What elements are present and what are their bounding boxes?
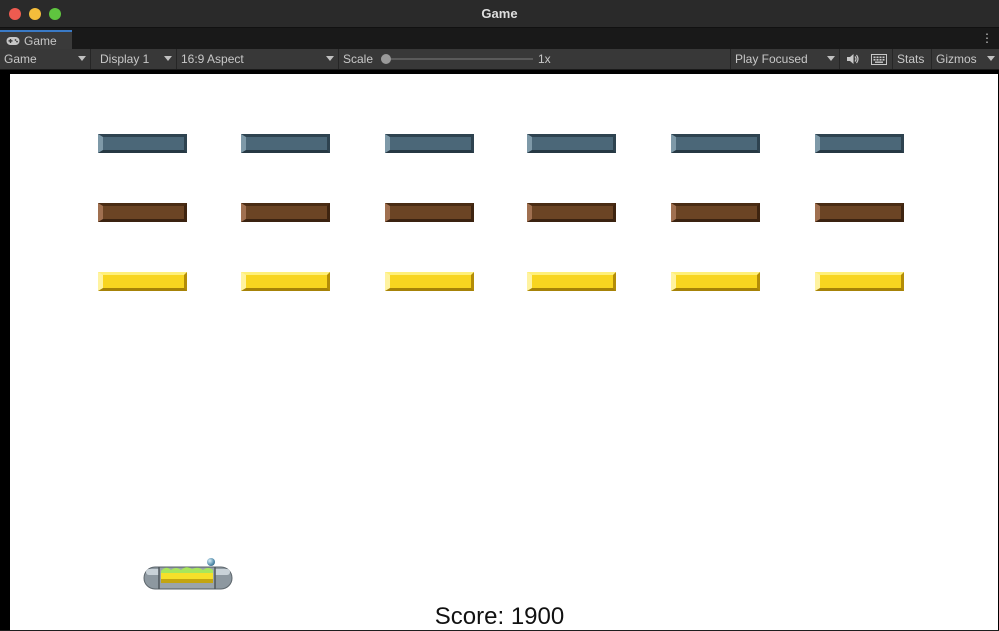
display-select-label: Display 1 [100, 52, 150, 66]
chevron-down-icon [326, 56, 334, 61]
score-display: Score: 1900 [434, 603, 565, 630]
scale-slider-handle[interactable] [381, 54, 391, 64]
brick-blue [815, 134, 904, 153]
brick-yellow [385, 272, 474, 291]
display-select[interactable]: Display 1 [96, 49, 177, 69]
keyboard-icon [871, 53, 887, 65]
brick-brown [385, 203, 474, 222]
more-options-icon[interactable]: ⋮ [981, 31, 993, 45]
brick-blue [527, 134, 616, 153]
mute-audio-button[interactable] [841, 49, 865, 69]
view-select-label: Game [4, 52, 37, 66]
keyboard-shortcuts-button[interactable] [866, 49, 892, 69]
tab-bar: Game ⋮ [0, 28, 999, 49]
brick-brown [241, 203, 330, 222]
brick-blue [671, 134, 760, 153]
window-titlebar: Game [0, 0, 999, 28]
brick-yellow [527, 272, 616, 291]
brick-blue [385, 134, 474, 153]
brick-yellow [98, 272, 187, 291]
scale-value: 1x [538, 52, 551, 66]
stats-label: Stats [897, 52, 925, 66]
ball [207, 558, 215, 566]
scale-slider-track[interactable] [385, 58, 533, 60]
chevron-down-icon [164, 56, 172, 61]
tab-game[interactable]: Game [0, 30, 72, 49]
gamepad-icon [6, 36, 20, 45]
brick-yellow [815, 272, 904, 291]
stats-button[interactable]: Stats [892, 49, 932, 69]
play-mode-label: Play Focused [735, 52, 808, 66]
view-select[interactable]: Game [0, 49, 91, 69]
game-viewport[interactable] [10, 74, 998, 630]
game-view-toolbar: Game Display 1 16:9 Aspect Scale 1x Play… [0, 49, 999, 70]
chevron-down-icon [987, 56, 995, 61]
paddle [143, 566, 233, 590]
gizmos-dropdown[interactable]: Gizmos [932, 49, 999, 69]
brick-brown [815, 203, 904, 222]
gizmos-label: Gizmos [936, 52, 977, 66]
play-mode-select[interactable]: Play Focused [730, 49, 840, 69]
scale-label: Scale [343, 52, 374, 66]
brick-blue [241, 134, 330, 153]
chevron-down-icon [78, 56, 86, 61]
brick-brown [98, 203, 187, 222]
aspect-select[interactable]: 16:9 Aspect [177, 49, 339, 69]
aspect-select-label: 16:9 Aspect [181, 52, 244, 66]
brick-blue [98, 134, 187, 153]
tab-label: Game [24, 33, 57, 48]
speaker-icon [847, 54, 859, 64]
chevron-down-icon [827, 56, 835, 61]
brick-yellow [241, 272, 330, 291]
brick-yellow [671, 272, 760, 291]
window-title: Game [481, 6, 518, 21]
brick-brown [671, 203, 760, 222]
brick-brown [527, 203, 616, 222]
